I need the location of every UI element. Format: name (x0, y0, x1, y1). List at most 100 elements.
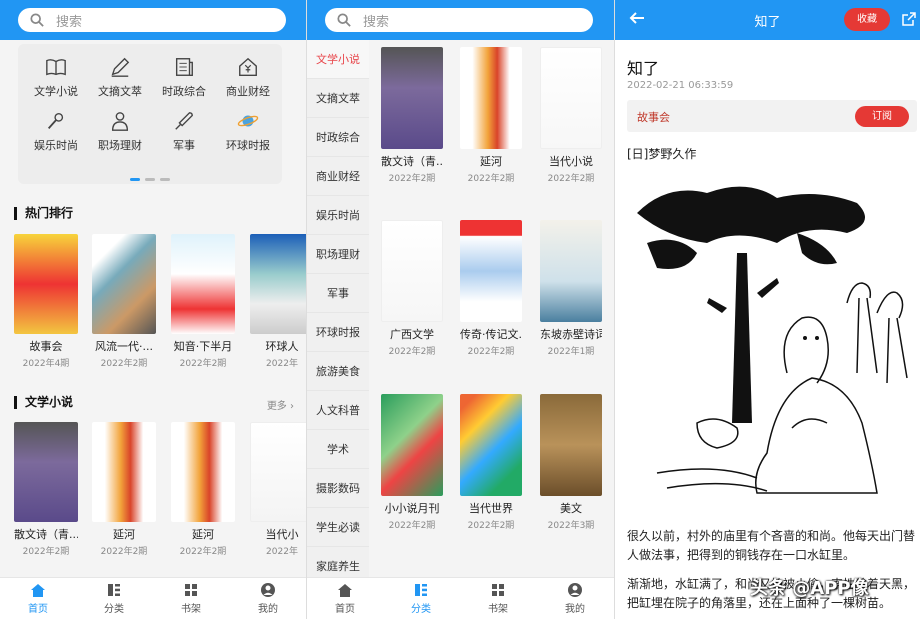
list-icon (108, 584, 120, 596)
pen-icon (111, 57, 130, 77)
magazine-card[interactable]: 当代世界 2022年2期 (460, 394, 522, 531)
article-author: [日]梦野久作 (627, 147, 697, 161)
subscribe-button[interactable]: 订阅 (855, 106, 909, 127)
top-bar: 搜索 (0, 0, 306, 40)
category-global-times[interactable]: 环球时报 (216, 106, 280, 162)
magazine-card[interactable]: 知音·下半月 2022年2期 (171, 234, 235, 369)
cover-image (250, 234, 306, 334)
home-screen: 搜索 文学小说 文摘文萃 时政综合 商业财经 娱乐时尚 职场理财 军事 环球时报… (0, 0, 307, 619)
magazine-card[interactable]: 美文 2022年3期 (540, 394, 602, 531)
sidebar-item-entertainment[interactable]: 娱乐时尚 (307, 196, 369, 235)
cover-image (171, 234, 235, 334)
article-title: 知了 (627, 59, 660, 78)
sidebar-item-academic[interactable]: 学术 (307, 430, 369, 469)
magazine-card[interactable]: 延河 2022年2期 (92, 422, 156, 557)
nav-bookshelf[interactable]: 书架 (468, 582, 528, 615)
category-entertainment[interactable]: 娱乐时尚 (24, 106, 88, 162)
user-icon (261, 583, 275, 597)
bottom-navigation: 首页 分类 书架 我的 (307, 577, 614, 619)
magazine-card[interactable]: 东坡赤壁诗词 2022年1期 (540, 220, 602, 357)
sidebar-item-student[interactable]: 学生必读 (307, 508, 369, 547)
cover-image (92, 234, 156, 334)
magazine-card[interactable]: 当代小说 2022年2期 (540, 47, 602, 184)
cover-image (381, 394, 443, 496)
person-icon (111, 112, 129, 131)
nav-category[interactable]: 分类 (84, 582, 144, 615)
magazine-card[interactable]: 散文诗（青... 2022年2期 (381, 47, 443, 184)
watermark: 头条 @APP像 (750, 578, 869, 599)
category-digest[interactable]: 文摘文萃 (88, 52, 152, 108)
newspaper-icon (175, 58, 193, 76)
cover-image (540, 394, 602, 496)
share-icon[interactable] (902, 12, 916, 26)
magazine-card[interactable]: 延河 2022年2期 (171, 422, 235, 557)
top-bar: 知了 收藏 (615, 0, 920, 40)
cover-image (460, 220, 522, 322)
top-bar: 搜索 (307, 0, 614, 40)
search-input[interactable]: 搜索 (325, 8, 593, 32)
sidebar-item-military[interactable]: 军事 (307, 274, 369, 313)
app-screenshot-composite: 搜索 文学小说 文摘文萃 时政综合 商业财经 娱乐时尚 职场理财 军事 环球时报… (0, 0, 920, 619)
cover-image (381, 220, 443, 322)
magazine-card[interactable]: 环球人 2022年 (250, 234, 306, 369)
cover-image (14, 422, 78, 522)
magazine-card[interactable]: 散文诗（青... 2022年2期 (14, 422, 78, 557)
nav-bookshelf[interactable]: 书架 (161, 582, 221, 615)
category-politics[interactable]: 时政综合 (152, 52, 216, 108)
search-icon (337, 13, 351, 27)
nav-mine[interactable]: 我的 (238, 582, 298, 615)
magazine-card[interactable]: 当代小 2022年 (250, 422, 306, 557)
search-placeholder: 搜索 (56, 15, 83, 30)
sidebar-item-science[interactable]: 人文科普 (307, 391, 369, 430)
nav-home[interactable]: 首页 (315, 582, 375, 615)
grid-icon (492, 584, 504, 596)
bottom-navigation: 首页 分类 书架 我的 (0, 577, 306, 619)
category-career[interactable]: 职场理财 (88, 106, 152, 162)
category-literature[interactable]: 文学小说 (24, 52, 88, 108)
book-icon (46, 59, 66, 76)
home-icon (31, 584, 45, 597)
cover-image (460, 394, 522, 496)
cover-image (540, 220, 602, 322)
cover-image (460, 47, 522, 149)
search-icon (30, 13, 44, 27)
magazine-card[interactable]: 风流一代·... 2022年2期 (92, 234, 156, 369)
more-link[interactable]: 更多 › (267, 397, 294, 412)
cover-image (171, 422, 235, 522)
sidebar-item-digest[interactable]: 文摘文萃 (307, 79, 369, 118)
ink-illustration-image (627, 173, 917, 513)
sidebar-item-photography[interactable]: 摄影数码 (307, 469, 369, 508)
sidebar-item-literature[interactable]: 文学小说 (307, 40, 369, 79)
sidebar-item-politics[interactable]: 时政综合 (307, 118, 369, 157)
search-input[interactable]: 搜索 (18, 8, 286, 32)
magazine-card[interactable]: 小小说月刊 2022年2期 (381, 394, 443, 531)
article-screen: 知了 收藏 知了 2022-02-21 06:33:59 故事会 订阅 [日]梦… (615, 0, 920, 619)
category-screen: 搜索 文学小说 文摘文萃 时政综合 商业财经 娱乐时尚 职场理财 军事 环球时报… (307, 0, 615, 619)
sidebar-item-career[interactable]: 职场理财 (307, 235, 369, 274)
magazine-card[interactable]: 传奇·传记文... 2022年2期 (460, 220, 522, 357)
sidebar-item-global-times[interactable]: 环球时报 (307, 313, 369, 352)
nav-home[interactable]: 首页 (8, 582, 68, 615)
magazine-card[interactable]: 广西文学 2022年2期 (381, 220, 443, 357)
cover-image (540, 47, 602, 149)
nav-category[interactable]: 分类 (391, 582, 451, 615)
category-sidebar: 文学小说 文摘文萃 时政综合 商业财经 娱乐时尚 职场理财 军事 环球时报 旅游… (307, 40, 369, 586)
search-placeholder: 搜索 (363, 15, 390, 30)
rocket-icon (175, 112, 193, 130)
microphone-icon (47, 112, 64, 129)
source-name[interactable]: 故事会 (637, 109, 670, 125)
cover-image (381, 47, 443, 149)
nav-mine[interactable]: 我的 (545, 582, 605, 615)
magazine-card[interactable]: 故事会 2022年4期 (14, 234, 78, 369)
sidebar-item-business[interactable]: 商业财经 (307, 157, 369, 196)
planet-icon (237, 115, 259, 127)
list-icon (415, 584, 427, 596)
favorite-button[interactable]: 收藏 (844, 8, 890, 31)
grid-icon (185, 584, 197, 596)
category-military[interactable]: 军事 (152, 106, 216, 162)
category-business[interactable]: 商业财经 (216, 52, 280, 108)
cover-image (14, 234, 78, 334)
sidebar-item-travel[interactable]: 旅游美食 (307, 352, 369, 391)
magazine-card[interactable]: 延河 2022年2期 (460, 47, 522, 184)
cover-image (250, 422, 306, 522)
